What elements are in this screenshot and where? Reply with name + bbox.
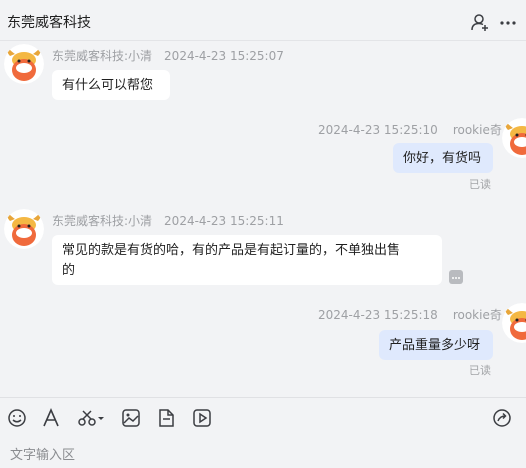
cow-avatar-icon	[4, 209, 44, 249]
read-status: 已读	[469, 364, 491, 377]
message-meta: 2024-4-23 15:25:10 rookie奇	[318, 121, 502, 138]
video-icon[interactable]	[192, 408, 212, 428]
composer-divider	[0, 397, 526, 398]
message-bubble[interactable]: 产品重量多少呀	[379, 330, 493, 360]
message-meta: 东莞威客科技:小清 2024-4-23 15:25:07	[52, 47, 284, 64]
cow-avatar-icon	[502, 303, 526, 343]
message-bubble[interactable]: 你好，有货吗	[393, 143, 493, 173]
message-meta: 2024-4-23 15:25:18 rookie奇	[318, 306, 502, 323]
message-text-line: 常见的款是有货的哈，有的产品是有起订量的，不单独出售	[62, 243, 401, 258]
avatar[interactable]	[502, 118, 526, 158]
message-input-placeholder[interactable]: 文字输入区	[10, 444, 75, 463]
message-time: 2024-4-23 15:25:11	[164, 214, 284, 228]
add-contact-icon[interactable]	[470, 12, 490, 32]
chat-header: 东莞威客科技	[0, 0, 526, 41]
more-icon[interactable]	[498, 12, 518, 32]
message-text-line: 的	[62, 263, 76, 278]
cow-avatar-icon	[502, 118, 526, 158]
emoji-icon[interactable]	[7, 408, 27, 428]
chat-title: 东莞威客科技	[7, 15, 91, 31]
sender-name: rookie奇	[452, 308, 502, 322]
message-text: 有什么可以帮您	[62, 78, 154, 93]
message-text: 产品重量多少呀	[389, 338, 481, 353]
message-time: 2024-4-23 15:25:10	[318, 123, 438, 137]
message-bubble[interactable]: 有什么可以帮您	[52, 70, 170, 100]
message-time: 2024-4-23 15:25:18	[318, 308, 438, 322]
font-icon[interactable]	[41, 408, 61, 428]
scissors-icon[interactable]	[77, 408, 105, 428]
avatar[interactable]	[4, 44, 44, 84]
share-icon[interactable]	[492, 408, 512, 428]
image-icon[interactable]	[121, 408, 141, 428]
avatar[interactable]	[4, 209, 44, 249]
read-status: 已读	[469, 178, 491, 191]
message-options-icon[interactable]	[449, 270, 463, 284]
avatar[interactable]	[502, 303, 526, 343]
sender-name: 东莞威客科技:小清	[52, 214, 153, 228]
message-time: 2024-4-23 15:25:07	[164, 49, 284, 63]
sender-name: 东莞威客科技:小清	[52, 49, 153, 63]
message-bubble[interactable]: 常见的款是有货的哈，有的产品是有起订量的，不单独出售 的	[52, 235, 442, 285]
message-text: 你好，有货吗	[403, 151, 482, 166]
file-icon[interactable]	[156, 408, 176, 428]
sender-name: rookie奇	[452, 123, 502, 137]
cow-avatar-icon	[4, 44, 44, 84]
message-meta: 东莞威客科技:小清 2024-4-23 15:25:11	[52, 212, 284, 229]
